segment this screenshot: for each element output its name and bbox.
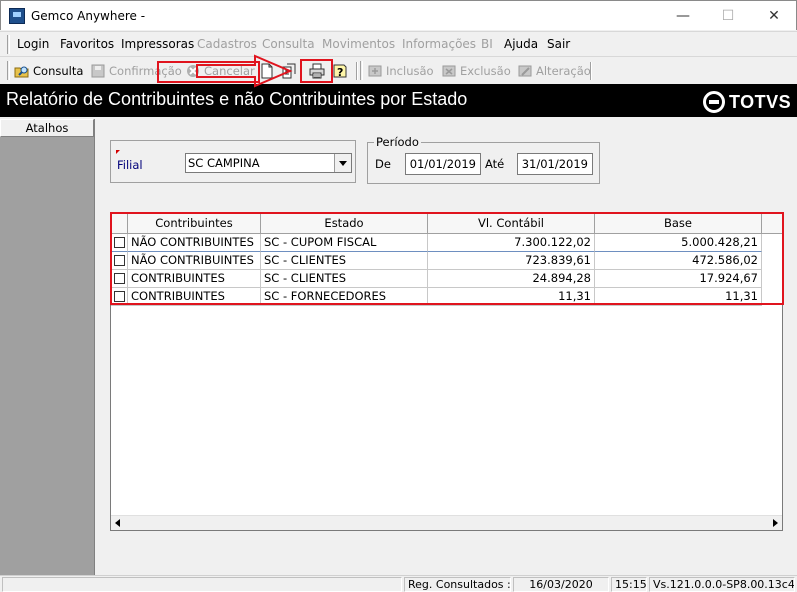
menu-informacoes[interactable]: Informações (402, 37, 476, 51)
filial-select[interactable]: SC CAMPINA (185, 153, 352, 173)
status-bar: Reg. Consultados : 4 16/03/2020 15:15 Vs… (0, 575, 797, 592)
delete-record-icon (441, 63, 457, 79)
title-bar: Gemco Anywhere - — ☐ ✕ (0, 0, 797, 30)
alteracao-button[interactable]: Alteração (517, 61, 591, 81)
menu-bar: Login Favoritos Impressoras Cadastros Co… (0, 31, 797, 57)
menu-bi[interactable]: BI (481, 37, 493, 51)
inclusao-label: Inclusão (386, 64, 434, 78)
consulta-button[interactable]: Consulta (14, 61, 83, 81)
toolbar-grip (7, 61, 10, 80)
consulta-label: Consulta (33, 64, 84, 78)
menu-movimentos[interactable]: Movimentos (322, 37, 395, 51)
menu-grip (7, 35, 10, 54)
status-time: 15:15 (611, 577, 647, 592)
status-panel-empty (2, 577, 402, 592)
app-icon (9, 8, 25, 24)
annotation-box-print (300, 59, 333, 83)
scroll-left-icon[interactable] (111, 516, 126, 531)
totvs-logo-icon (703, 91, 725, 113)
toolbar-separator-end (590, 62, 592, 80)
window-title: Gemco Anywhere - (31, 9, 146, 23)
menu-ajuda[interactable]: Ajuda (504, 37, 538, 51)
page-title: Relatório de Contribuintes e não Contrib… (6, 89, 468, 109)
minimize-button[interactable]: — (660, 1, 706, 31)
folder-search-icon (14, 63, 30, 79)
filial-value: SC CAMPINA (188, 156, 260, 170)
horizontal-scrollbar[interactable] (111, 515, 782, 530)
totvs-logo: TOTVS (703, 91, 791, 113)
status-date: 16/03/2020 (513, 577, 609, 592)
menu-consulta[interactable]: Consulta (262, 37, 315, 51)
annotation-box-grid (110, 212, 784, 305)
menu-favoritos[interactable]: Favoritos (60, 37, 114, 51)
required-marker-icon (116, 150, 120, 154)
menu-impressoras[interactable]: Impressoras (121, 37, 194, 51)
svg-text:?: ? (337, 66, 343, 79)
menu-sair[interactable]: Sair (547, 37, 570, 51)
add-record-icon (367, 63, 383, 79)
report-banner: Relatório de Contribuintes e não Contrib… (0, 84, 797, 117)
de-label: De (375, 157, 391, 171)
exclusao-button[interactable]: Exclusão (441, 61, 511, 81)
maximize-button[interactable]: ☐ (705, 1, 751, 31)
menu-login[interactable]: Login (17, 37, 49, 51)
status-records: Reg. Consultados : 4 (404, 577, 511, 592)
annotation-arrow (196, 54, 293, 88)
exclusao-label: Exclusão (460, 64, 511, 78)
inclusao-button[interactable]: Inclusão (367, 61, 434, 81)
help-book-icon: ? (332, 63, 348, 79)
menu-cadastros[interactable]: Cadastros (197, 37, 257, 51)
alteracao-label: Alteração (536, 64, 591, 78)
chevron-down-icon[interactable] (334, 154, 351, 172)
status-version: Vs.121.0.0.0-SP8.00.13c4. (649, 577, 795, 592)
totvs-logo-text: TOTVS (729, 91, 792, 112)
atalhos-button[interactable]: Atalhos (0, 119, 94, 137)
help-button[interactable]: ? (332, 61, 348, 81)
sidebar: Atalhos (0, 119, 95, 575)
edit-record-icon (517, 63, 533, 79)
periodo-label: Período (374, 135, 421, 149)
date-from-field[interactable]: 01/01/2019 (405, 153, 481, 175)
close-button[interactable]: ✕ (751, 1, 797, 31)
scroll-right-icon[interactable] (767, 516, 782, 531)
date-to-field[interactable]: 31/01/2019 (517, 153, 593, 175)
toolbar: Consulta Confirmação Cancelar ? Inclusão… (0, 58, 797, 84)
ate-label: Até (485, 157, 505, 171)
toolbar-separator (356, 62, 358, 80)
save-icon (90, 63, 106, 79)
toolbar-grip-2 (360, 61, 363, 80)
filial-label: Filial (117, 158, 143, 172)
